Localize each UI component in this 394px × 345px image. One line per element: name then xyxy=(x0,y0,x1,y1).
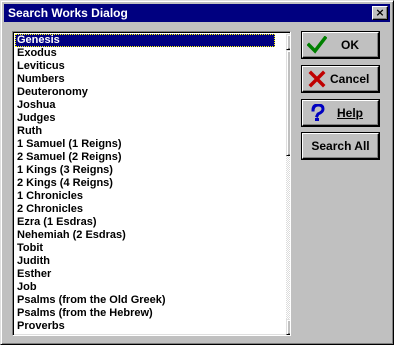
list-item[interactable]: Nehemiah (2 Esdras) xyxy=(15,229,275,242)
list-item[interactable]: Exodus xyxy=(15,47,275,60)
cancel-button[interactable]: Cancel xyxy=(302,66,379,92)
list-item[interactable]: Psalms (from the Hebrew) xyxy=(15,307,275,320)
list-item[interactable]: 1 Chronicles xyxy=(15,190,275,203)
list-item[interactable]: 1 Kings (3 Reigns) xyxy=(15,164,275,177)
list-item[interactable]: Judges xyxy=(15,112,275,125)
works-list-items: Genesis Exodus Leviticus Numbers Deuteronomy… xyxy=(15,34,275,333)
list-item[interactable]: Leviticus xyxy=(15,60,275,73)
ok-button-label: OK xyxy=(341,38,359,52)
cancel-button-label: Cancel xyxy=(330,72,370,86)
list-item[interactable]: Job xyxy=(15,281,275,294)
list-item[interactable]: Proverbs xyxy=(15,320,275,333)
search-works-dialog: Search Works Dialog × Genesis Exodus Levit… xyxy=(0,0,394,345)
search-all-button[interactable]: Search All xyxy=(302,133,379,159)
list-item[interactable]: 1 Samuel (1 Reigns) xyxy=(15,138,275,151)
list-item[interactable]: 2 Samuel (2 Reigns) xyxy=(15,151,275,164)
arrow-down-icon xyxy=(290,325,291,329)
help-button-label: Help xyxy=(337,106,364,120)
x-mark-icon xyxy=(308,70,326,88)
scroll-up-button[interactable] xyxy=(286,34,291,50)
help-button[interactable]: Help xyxy=(302,100,379,126)
title-bar[interactable]: Search Works Dialog × xyxy=(4,4,390,22)
scroll-down-button[interactable] xyxy=(286,319,291,335)
list-item[interactable]: 2 Chronicles xyxy=(15,203,275,216)
close-button[interactable]: × xyxy=(372,6,388,20)
list-item[interactable]: Deuteronomy xyxy=(15,86,275,99)
search-all-button-label: Search All xyxy=(311,139,370,153)
question-mark-icon xyxy=(311,104,325,121)
list-item[interactable]: Ezra (1 Esdras) xyxy=(15,216,275,229)
arrow-up-icon xyxy=(290,40,291,44)
list-item[interactable]: Tobit xyxy=(15,242,275,255)
ok-button[interactable]: OK xyxy=(302,32,379,58)
close-icon: × xyxy=(375,6,385,19)
list-item[interactable]: Numbers xyxy=(15,73,275,86)
list-item[interactable]: Esther xyxy=(15,268,275,281)
list-item[interactable]: Psalms (from the Old Greek) xyxy=(15,294,275,307)
checkmark-icon xyxy=(307,36,327,54)
list-item[interactable]: Judith xyxy=(15,255,275,268)
works-listbox[interactable]: Genesis Exodus Leviticus Numbers Deuteronomy… xyxy=(12,31,291,336)
scroll-thumb[interactable] xyxy=(286,50,290,156)
vertical-scrollbar[interactable] xyxy=(286,34,291,335)
list-item[interactable]: Joshua xyxy=(15,99,275,112)
list-item[interactable]: 2 Kings (4 Reigns) xyxy=(15,177,275,190)
list-item[interactable]: Genesis xyxy=(15,34,275,47)
dialog-title: Search Works Dialog xyxy=(8,6,128,20)
list-item[interactable]: Ruth xyxy=(15,125,275,138)
